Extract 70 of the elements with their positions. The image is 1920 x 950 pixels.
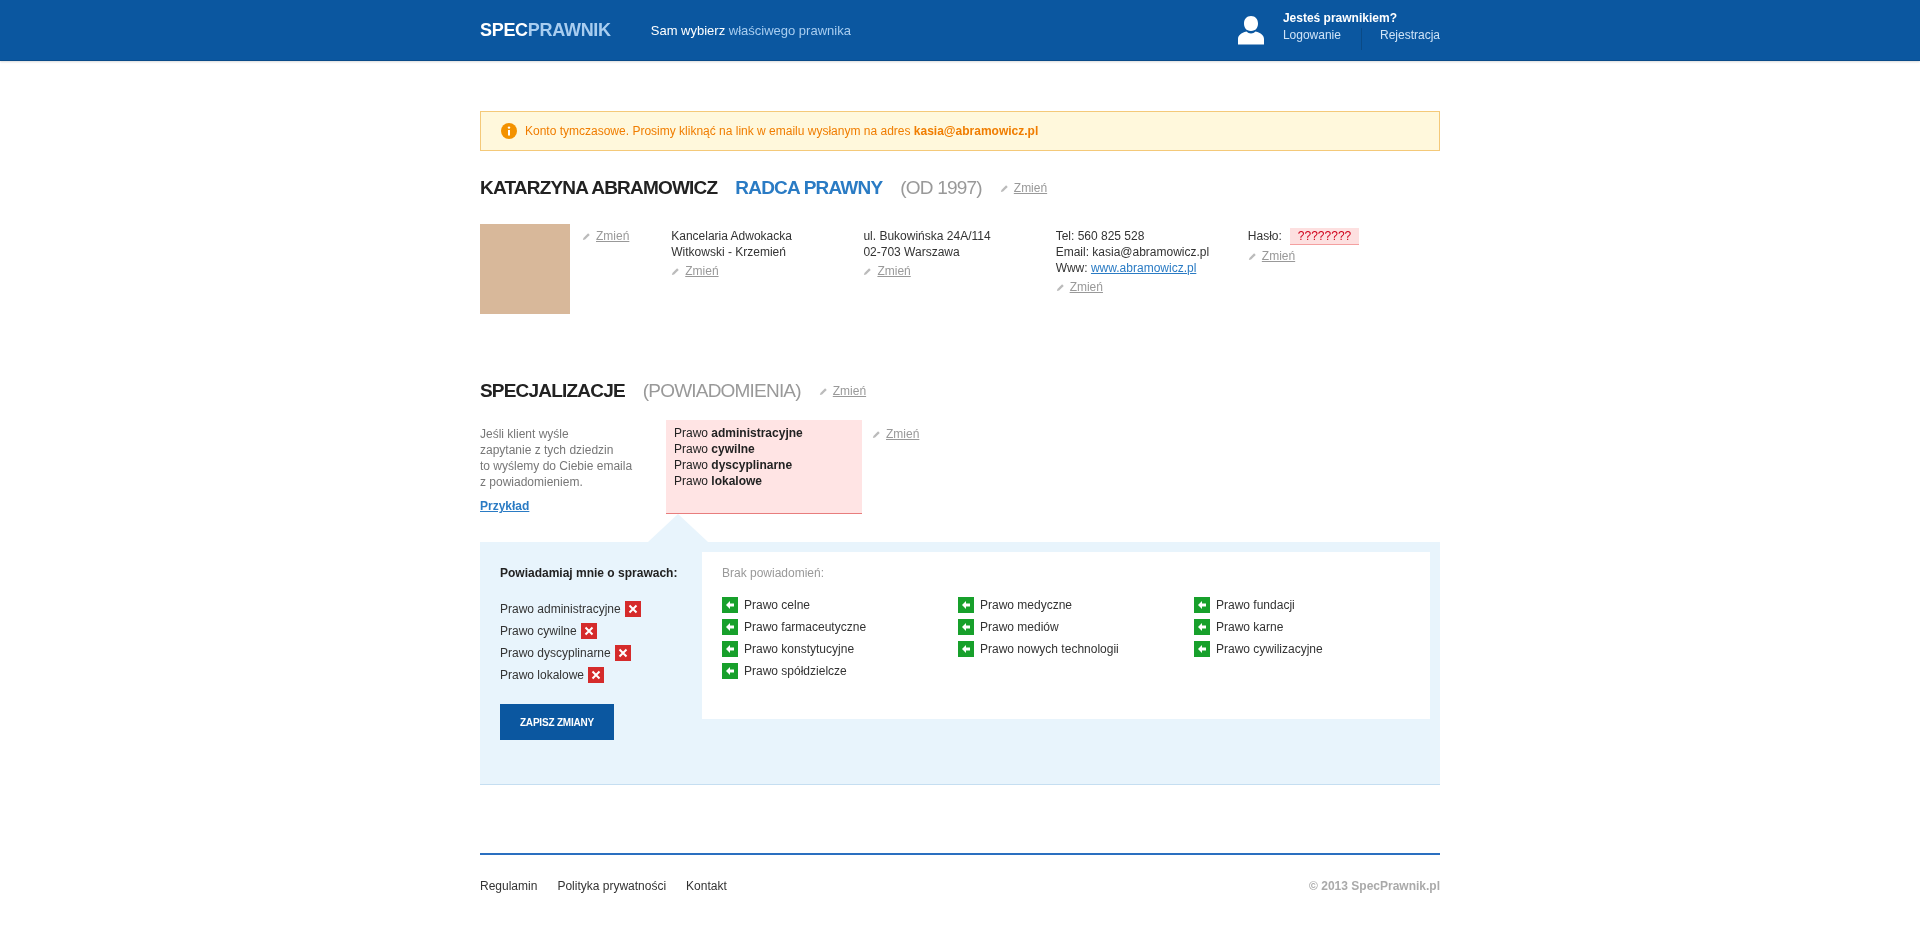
notify-heading: Powiadamiaj mnie o sprawach:	[500, 566, 679, 580]
available-item: Prawo mediów	[980, 619, 1059, 636]
footer-link[interactable]: Polityka prywatności	[557, 879, 667, 893]
edit-link[interactable]: Zmień	[886, 426, 920, 442]
info-icon	[501, 123, 517, 139]
pencil-icon	[863, 266, 873, 276]
subscribed-item: Prawo dyscyplinarne	[500, 645, 611, 662]
available-item: Prawo celne	[744, 597, 811, 614]
available-item: Prawo farmaceutyczne	[744, 619, 867, 636]
experience-since: (OD 1997)	[900, 177, 982, 199]
available-item: Prawo fundacji	[1216, 597, 1295, 614]
user-silhouette-icon	[1236, 15, 1265, 45]
remove-icon[interactable]	[614, 645, 631, 661]
pencil-icon	[1247, 251, 1257, 261]
edit-link[interactable]: Zmień	[685, 263, 719, 279]
save-button[interactable]: ZAPISZ ZMIANY	[500, 704, 614, 740]
lawyer-name: KATARZYNA ABRAMOWICZ	[480, 177, 718, 199]
available-item: Prawo medyczne	[980, 597, 1073, 614]
phone-text: Tel: 560 825 528	[1055, 228, 1146, 244]
specialization-item: Prawo lokalowe	[674, 473, 764, 489]
remove-icon[interactable]	[624, 601, 641, 617]
footer-link[interactable]: Kontakt	[686, 879, 727, 893]
website-link[interactable]: www.abramowicz.pl	[1090, 261, 1197, 275]
section-heading: SPECJALIZACJE	[480, 380, 625, 402]
subscribed-item: Prawo administracyjne	[500, 601, 621, 618]
empty-message: Brak powiadomień:	[722, 566, 826, 580]
password-label: Hasło:	[1247, 229, 1282, 243]
logo[interactable]: SPECPRAWNIK	[480, 19, 611, 41]
specialization-item: Prawo cywilne	[674, 441, 756, 457]
copyright-text: © 2013 SpecPrawnik.pl	[1309, 879, 1440, 893]
info-text: Kancelaria Adwokacka	[671, 228, 793, 244]
footer-link[interactable]: Regulamin	[480, 879, 538, 893]
specialization-item: Prawo dyscyplinarne	[674, 457, 794, 473]
pencil-icon	[872, 429, 881, 439]
edit-link[interactable]: Zmień	[1069, 279, 1103, 295]
alert-message: Konto tymczasowe. Prosimy kliknąć na link w emailu wysłanym na adres kasia@abramowicz.pl	[525, 124, 1039, 138]
pencil-icon	[818, 386, 828, 396]
lawyer-title: RADCA PRAWNY	[735, 177, 883, 199]
password-value: ????????	[1289, 228, 1360, 245]
available-item: Prawo karne	[1216, 619, 1284, 636]
remove-icon[interactable]	[588, 667, 605, 683]
available-item: Prawo nowych technologii	[980, 641, 1119, 658]
info-text: 02-703 Warszawa	[863, 244, 961, 260]
register-link[interactable]: Rejestracja	[1379, 27, 1440, 50]
edit-link[interactable]: Zmień	[832, 384, 867, 398]
pencil-icon	[999, 183, 1009, 193]
info-text: ul. Bukowińska 24A/114	[863, 228, 992, 244]
available-item: Prawo spółdzielcze	[744, 663, 847, 680]
login-link[interactable]: Logowanie	[1282, 27, 1341, 50]
email-text: Email: kasia@abramowicz.pl	[1055, 244, 1211, 260]
pencil-icon	[582, 231, 591, 241]
info-text: Witkowski - Krzemień	[671, 244, 787, 260]
description-text: Jeśli klient wyśle zapytanie z tych dziedzin to wyślemy do Ciebie emaila z powiadomieniem.	[480, 426, 634, 490]
example-link[interactable]: Przykład	[480, 498, 530, 514]
edit-link[interactable]: Zmień	[596, 228, 630, 244]
tagline: Sam wybierz właściwego prawnika	[650, 22, 851, 38]
subscribed-item: Prawo lokalowe	[500, 667, 585, 684]
edit-link[interactable]: Zmień	[1013, 181, 1048, 195]
specialization-item: Prawo administracyjne	[674, 425, 804, 441]
edit-link[interactable]: Zmień	[877, 263, 911, 279]
edit-link[interactable]: Zmień	[1261, 248, 1296, 264]
website-label: Www:	[1055, 261, 1089, 275]
section-subheading: (POWIADOMIENIA)	[642, 380, 801, 402]
subscribed-item: Prawo cywilne	[500, 623, 577, 640]
pencil-icon	[671, 266, 681, 276]
pencil-icon	[1055, 282, 1065, 292]
remove-icon[interactable]	[580, 623, 597, 639]
lawyer-question: Jesteś prawnikiem?	[1282, 10, 1398, 25]
available-item: Prawo konstytucyjne	[744, 641, 855, 658]
available-item: Prawo cywilizacyjne	[1216, 641, 1323, 658]
